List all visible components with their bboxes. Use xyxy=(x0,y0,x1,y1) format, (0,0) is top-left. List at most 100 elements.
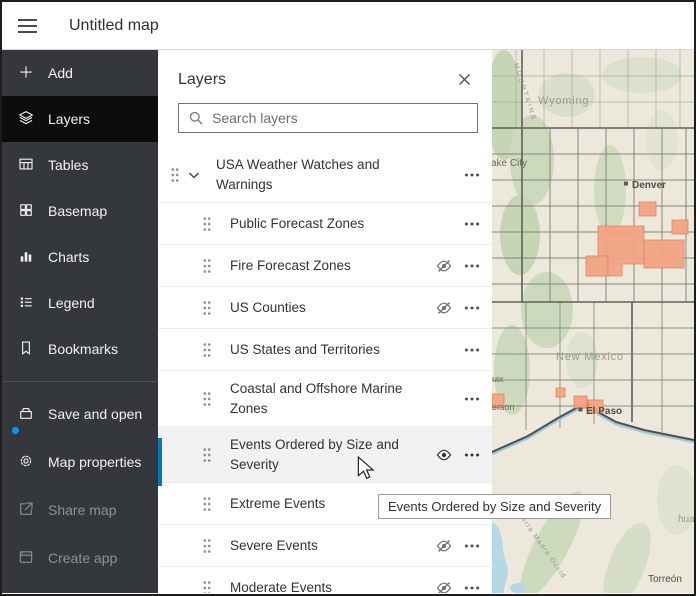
sidebar-item-label: Map properties xyxy=(48,454,142,470)
sidebar-item-label: Add xyxy=(48,65,73,81)
drag-handle-icon[interactable] xyxy=(202,258,212,274)
sidebar-item-label: Bookmarks xyxy=(48,341,119,357)
layer-options-icon[interactable] xyxy=(462,256,482,276)
legend-icon xyxy=(17,293,35,314)
sidebar-item-layers[interactable]: Layers xyxy=(2,96,158,142)
layer-name: US Counties xyxy=(230,299,306,315)
layer-row[interactable]: Fire Forecast Zones xyxy=(158,245,492,287)
layer-list: USA Weather Watches and Warnings Public … xyxy=(158,147,492,593)
eye-slash-icon[interactable] xyxy=(434,578,454,593)
sidebar-item-create-app[interactable]: Create app xyxy=(2,534,158,582)
table-icon xyxy=(17,155,35,176)
layer-row[interactable]: US Counties xyxy=(158,287,492,329)
layer-name: Public Forecast Zones xyxy=(230,215,365,231)
layer-options-icon[interactable] xyxy=(462,536,482,556)
save-icon xyxy=(17,404,35,425)
drag-handle-icon[interactable] xyxy=(202,580,212,593)
layer-row[interactable]: Coastal and Offshore Marine Zones xyxy=(158,371,492,427)
sidebar-item-add[interactable]: Add xyxy=(2,50,158,96)
drag-handle-icon[interactable] xyxy=(170,167,180,183)
sidebar-item-share-map[interactable]: Share map xyxy=(2,486,158,534)
layer-name: Fire Forecast Zones xyxy=(230,257,351,273)
layer-options-icon[interactable] xyxy=(462,445,482,465)
drag-handle-icon[interactable] xyxy=(202,496,212,512)
search-icon xyxy=(188,110,204,126)
app-window: Untitled map Add Layers Tables Basemap C… xyxy=(0,0,696,596)
drag-handle-icon[interactable] xyxy=(202,342,212,358)
panel-title: Layers xyxy=(178,70,227,88)
sidebar-item-basemap[interactable]: Basemap xyxy=(2,188,158,234)
layer-name: Moderate Events xyxy=(230,579,333,593)
bookmark-icon xyxy=(17,339,35,360)
sidebar-divider xyxy=(2,372,158,390)
layer-name: Severe Events xyxy=(230,537,318,553)
search-input[interactable] xyxy=(212,110,468,126)
layer-options-icon[interactable] xyxy=(462,214,482,234)
share-icon xyxy=(17,500,35,521)
layer-row[interactable]: Moderate Events xyxy=(158,567,492,593)
bar-chart-icon xyxy=(17,247,35,268)
map-label-denver: Denver xyxy=(632,180,666,191)
sidebar-item-bookmarks[interactable]: Bookmarks xyxy=(2,326,158,372)
notification-dot xyxy=(12,427,19,434)
layer-name: USA Weather Watches and Warnings xyxy=(216,157,380,192)
eye-slash-icon[interactable] xyxy=(434,298,454,318)
app-icon xyxy=(17,548,35,569)
map-label-torreon: Torreón xyxy=(648,574,682,585)
drag-handle-icon[interactable] xyxy=(202,300,212,316)
layer-row-group[interactable]: USA Weather Watches and Warnings xyxy=(158,147,492,203)
sidebar-item-legend[interactable]: Legend xyxy=(2,280,158,326)
sidebar-item-label: Save and open xyxy=(48,406,143,422)
hamburger-menu-icon[interactable] xyxy=(18,14,42,38)
map-label-lake-city: ake City xyxy=(492,158,527,169)
panel-header: Layers xyxy=(158,50,492,103)
map-label-chihuahua: hua xyxy=(678,514,694,525)
layer-name: Extreme Events xyxy=(230,495,326,511)
sidebar-item-map-properties[interactable]: Map properties xyxy=(2,438,158,486)
layers-icon xyxy=(17,109,35,130)
chevron-down-icon[interactable] xyxy=(186,167,202,183)
map-label-partial-2: erson xyxy=(492,402,515,412)
layer-options-icon[interactable] xyxy=(462,165,482,185)
map-label-new-mexico: New Mexico xyxy=(556,351,624,363)
layer-tooltip: Events Ordered by Size and Severity xyxy=(378,494,612,519)
basemap-icon xyxy=(17,201,35,222)
layer-name: Events Ordered by Size and Severity xyxy=(230,437,399,472)
plus-icon xyxy=(17,63,35,84)
layer-options-icon[interactable] xyxy=(462,389,482,409)
gear-icon xyxy=(17,452,35,473)
map-label-partial-1: uix xyxy=(492,374,504,384)
layer-options-icon[interactable] xyxy=(462,298,482,318)
layer-options-icon[interactable] xyxy=(462,578,482,594)
sidebar-item-label: Legend xyxy=(48,295,95,311)
eye-slash-icon[interactable] xyxy=(434,536,454,556)
eye-slash-icon[interactable] xyxy=(434,256,454,276)
layer-options-icon[interactable] xyxy=(462,340,482,360)
sidebar-item-label: Share map xyxy=(48,502,117,518)
layer-row[interactable]: US States and Territories xyxy=(158,329,492,371)
sidebar-item-label: Basemap xyxy=(48,203,108,219)
drag-handle-icon[interactable] xyxy=(202,216,212,232)
map-label-el-paso: El Paso xyxy=(586,406,622,417)
eye-icon[interactable] xyxy=(434,445,454,465)
sidebar-item-tables[interactable]: Tables xyxy=(2,142,158,188)
layer-row[interactable]: Public Forecast Zones xyxy=(158,203,492,245)
sidebar-item-label: Layers xyxy=(48,111,91,127)
sidebar-item-label: Charts xyxy=(48,249,90,265)
sidebar-item-label: Tables xyxy=(48,157,89,173)
drag-handle-icon[interactable] xyxy=(202,391,212,407)
search-box xyxy=(178,103,478,133)
map-label-wyoming: Wyoming xyxy=(538,95,589,107)
layer-name: Coastal and Offshore Marine Zones xyxy=(230,381,403,416)
drag-handle-icon[interactable] xyxy=(202,447,212,463)
sidebar-item-save-and-open[interactable]: Save and open xyxy=(2,390,158,438)
sidebar-item-charts[interactable]: Charts xyxy=(2,234,158,280)
layer-name: US States and Territories xyxy=(230,341,380,357)
close-icon[interactable] xyxy=(453,68,476,91)
layer-row-events-ordered[interactable]: Events Ordered by Size and Severity xyxy=(158,427,492,483)
active-panel-indicator xyxy=(158,438,162,486)
drag-handle-icon[interactable] xyxy=(202,538,212,554)
sidebar-item-label: Create app xyxy=(48,550,118,566)
map-title: Untitled map xyxy=(69,16,159,34)
layer-row[interactable]: Severe Events xyxy=(158,525,492,567)
